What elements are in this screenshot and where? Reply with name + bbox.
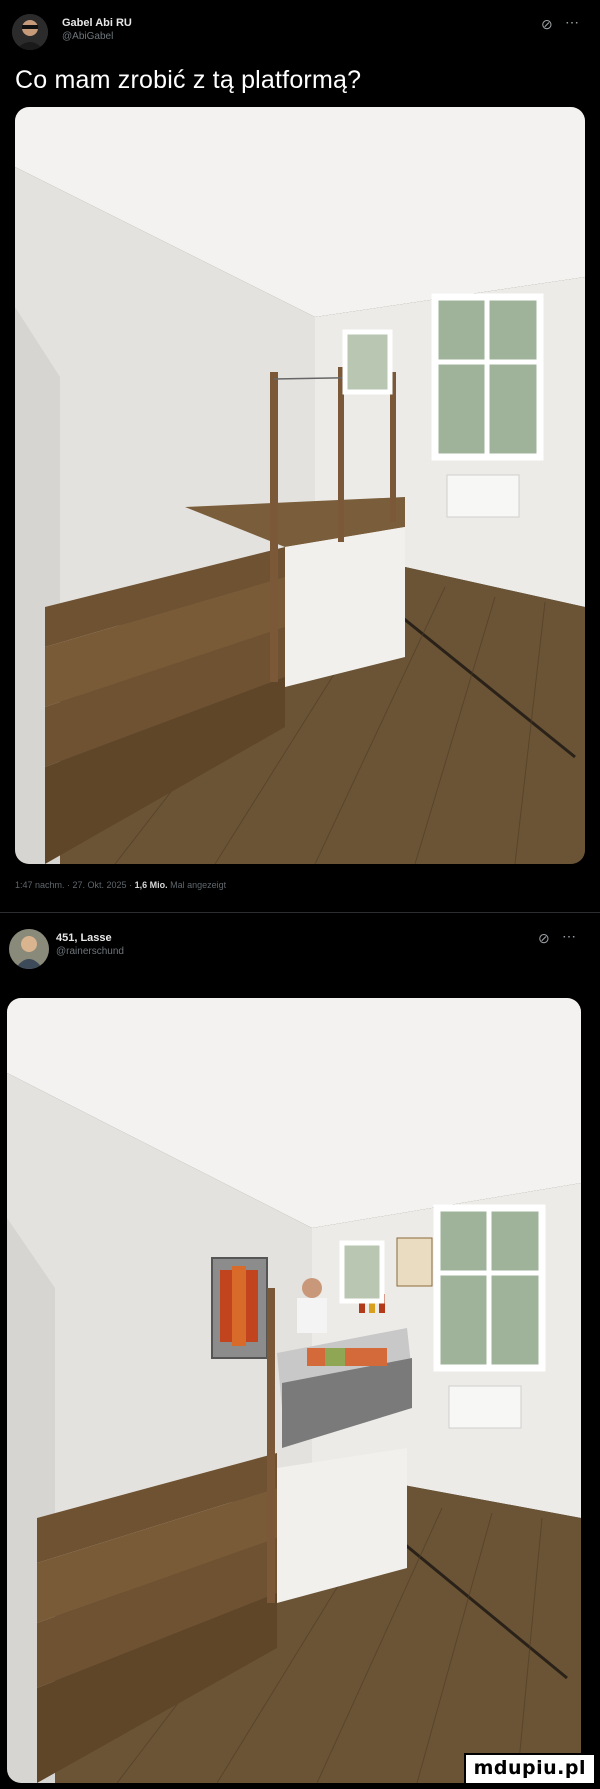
author-handle[interactable]: @rainerschund — [56, 946, 124, 957]
author-avatar[interactable] — [9, 929, 49, 969]
post-reply: 451, Lasse @rainerschund ⊘ ⋯ — [0, 913, 600, 1789]
author-name[interactable]: 451, Lasse — [56, 932, 112, 944]
room-photo-illustration — [15, 107, 585, 864]
author-handle[interactable]: @AbiGabel — [62, 31, 113, 42]
grok-icon[interactable]: ⊘ — [538, 930, 550, 947]
view-count-suffix: Mal angezeigt — [170, 880, 227, 890]
post-image-empty-room[interactable] — [15, 107, 585, 864]
more-options-icon[interactable]: ⋯ — [562, 928, 576, 945]
post-original: Gabel Abi RU @AbiGabel ⊘ ⋯ Co mam zrobić… — [0, 0, 600, 912]
post-timestamp[interactable]: 1:47 nachm. · 27. Okt. 2025 · — [15, 880, 132, 890]
post-text: Co mam zrobić z tą platformą? — [15, 66, 362, 94]
author-avatar[interactable] — [12, 14, 48, 50]
kebab-shop-photo-illustration — [7, 998, 581, 1783]
more-options-icon[interactable]: ⋯ — [565, 14, 579, 31]
site-watermark: mdupiu.pl — [463, 1753, 596, 1785]
author-name[interactable]: Gabel Abi RU — [62, 17, 132, 29]
grok-icon[interactable]: ⊘ — [541, 16, 553, 33]
view-count: 1,6 Mio. — [134, 880, 168, 890]
post-meta: 1:47 nachm. · 27. Okt. 2025 · 1,6 Mio. M… — [15, 880, 226, 890]
post-image-kebab-shop[interactable] — [7, 998, 581, 1783]
